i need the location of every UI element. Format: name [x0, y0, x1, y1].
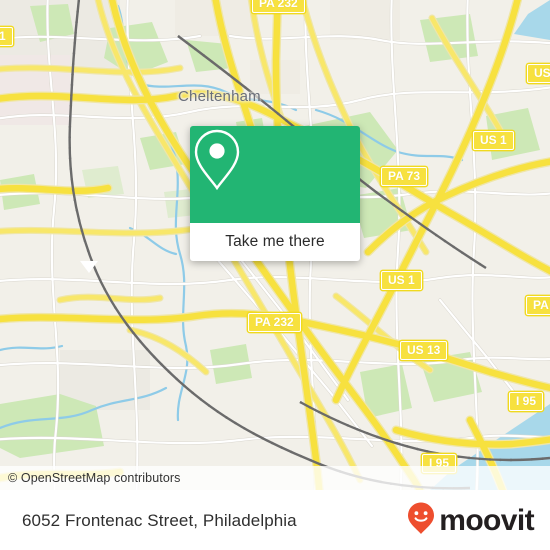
- road-shield[interactable]: PA 232: [248, 313, 301, 332]
- place-label-cheltenham: Cheltenham: [178, 88, 261, 105]
- popup-action-bar[interactable]: Take me there: [190, 223, 360, 261]
- road-shield[interactable]: 1: [0, 27, 13, 46]
- attribution-text: © OpenStreetMap contributors: [8, 471, 181, 485]
- road-shield[interactable]: I 95: [509, 392, 544, 411]
- road-shield[interactable]: US 13: [400, 341, 448, 360]
- road-shield[interactable]: PA 73: [381, 167, 428, 186]
- road-shield[interactable]: US 1: [381, 271, 422, 290]
- moovit-wordmark: moovit: [439, 503, 534, 537]
- map-attribution[interactable]: © OpenStreetMap contributors: [0, 466, 550, 490]
- popup-pointer: [80, 261, 98, 273]
- moovit-smiley-pin-icon: [406, 501, 436, 540]
- map-canvas[interactable]: .park{fill:#cde8b6;} .park2{fill:#dfeccf…: [0, 0, 550, 490]
- popup-pin-area: [190, 126, 360, 223]
- road-shield[interactable]: PA 232: [252, 0, 305, 13]
- bottom-info-bar: 6052 Frontenac Street, Philadelphia moov…: [0, 490, 550, 550]
- take-me-there-label: Take me there: [225, 233, 325, 250]
- address-label: 6052 Frontenac Street, Philadelphia: [22, 510, 297, 530]
- road-shield[interactable]: US 1: [527, 64, 550, 83]
- road-shield[interactable]: US 1: [473, 131, 514, 150]
- road-shield[interactable]: PA: [526, 296, 550, 315]
- location-popup-card[interactable]: Take me there: [190, 126, 360, 261]
- map-screenshot: .park{fill:#cde8b6;} .park2{fill:#dfeccf…: [0, 0, 550, 550]
- moovit-logo[interactable]: moovit: [406, 501, 535, 540]
